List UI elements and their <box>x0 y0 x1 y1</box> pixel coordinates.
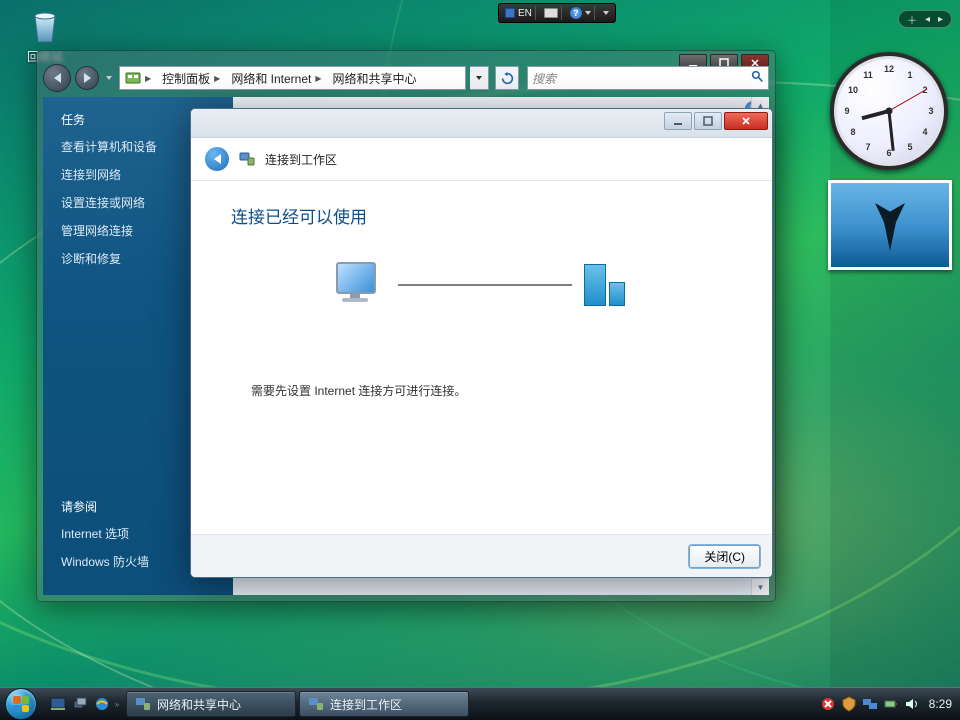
network-center-icon <box>135 696 151 712</box>
nav-back-button[interactable] <box>43 64 71 92</box>
taskbar-task-connect-workplace[interactable]: 连接到工作区 <box>299 691 469 717</box>
ie-icon[interactable] <box>92 693 112 715</box>
dialog-close-button[interactable] <box>724 112 768 130</box>
dialog-titlebar[interactable] <box>191 109 772 138</box>
network-icon <box>308 696 324 712</box>
help-icon[interactable]: ? <box>567 6 595 20</box>
quick-launch-overflow[interactable]: » <box>114 693 120 715</box>
clock-minute-hand <box>888 111 895 151</box>
gadget-controls[interactable]: ＋◂▸ <box>898 10 952 28</box>
gadget-next-icon[interactable]: ▸ <box>934 14 947 25</box>
breadcrumb-node-2[interactable]: 网络和 Internet▶ <box>226 67 327 89</box>
breadcrumb-node-3[interactable]: 网络和共享中心 <box>328 67 423 89</box>
clock-gadget[interactable]: 12 1 2 3 4 5 6 7 8 9 10 11 <box>830 52 948 170</box>
dialog-connect-workplace: 连接到工作区 连接已经可以使用 需要先设置 Internet 连接方可进行连接。… <box>190 108 773 578</box>
gadget-add-icon[interactable]: ＋ <box>903 12 921 27</box>
refresh-button[interactable] <box>495 66 519 90</box>
dialog-message: 需要先设置 Internet 连接方可进行连接。 <box>251 382 732 399</box>
dialog-title: 连接到工作区 <box>265 151 337 168</box>
refresh-icon <box>501 72 514 85</box>
navigation-bar: ▶ 控制面板▶ 网络和 Internet▶ 网络和共享中心 搜索 <box>43 63 769 93</box>
nav-history-dropdown[interactable] <box>103 76 115 80</box>
tray-network-icon[interactable] <box>862 696 878 712</box>
quick-launch: » <box>42 688 126 720</box>
control-panel-icon <box>125 70 141 86</box>
start-button[interactable] <box>0 688 42 720</box>
taskbar: » 网络和共享中心 连接到工作区 8:29 <box>0 687 960 720</box>
ime-icon[interactable] <box>541 6 562 20</box>
clock-second-hand <box>889 89 928 112</box>
show-desktop-icon[interactable] <box>48 693 68 715</box>
sidebar-gadget-panel: ＋◂▸ 12 1 2 3 4 5 6 7 8 9 10 11 <box>830 0 960 688</box>
gadget-prev-icon[interactable]: ◂ <box>921 14 934 25</box>
address-bar[interactable]: ▶ 控制面板▶ 网络和 Internet▶ 网络和共享中心 <box>119 66 466 90</box>
search-placeholder: 搜索 <box>532 70 556 87</box>
tray-volume-icon[interactable] <box>904 696 920 712</box>
breadcrumb-node-1[interactable]: 控制面板▶ <box>157 67 226 89</box>
taskbar-tasks: 网络和共享中心 连接到工作区 <box>126 688 812 720</box>
address-dropdown[interactable] <box>470 66 489 90</box>
tray-clock[interactable]: 8:29 <box>929 697 952 711</box>
tray-power-icon[interactable] <box>883 696 899 712</box>
switch-windows-icon[interactable] <box>70 693 90 715</box>
dialog-maximize-button[interactable] <box>694 112 722 130</box>
tray-security-icon[interactable] <box>841 696 857 712</box>
recycle-bin-icon <box>25 6 65 46</box>
search-input[interactable]: 搜索 <box>527 66 769 90</box>
dialog-back-button[interactable] <box>205 147 229 171</box>
slideshow-gadget[interactable] <box>828 180 952 270</box>
language-bar[interactable]: EN ? <box>498 3 616 23</box>
system-tray: 8:29 <box>812 688 960 720</box>
taskbar-task-network-center[interactable]: 网络和共享中心 <box>126 691 296 717</box>
start-orb-icon <box>5 688 37 720</box>
scroll-down-button[interactable]: ▼ <box>752 578 769 595</box>
network-icon <box>239 151 255 167</box>
tray-blocked-icon[interactable] <box>820 696 836 712</box>
computer-icon <box>330 262 386 308</box>
close-button[interactable]: 关闭(C) <box>689 545 760 568</box>
dialog-heading: 连接已经可以使用 <box>231 203 732 228</box>
connection-diagram <box>231 262 732 308</box>
server-icon <box>584 264 634 306</box>
search-icon[interactable] <box>751 70 764 86</box>
connection-line-icon <box>398 284 572 286</box>
langbar-options-icon[interactable] <box>600 6 612 20</box>
breadcrumb-root[interactable]: ▶ <box>120 67 157 89</box>
task-label: 连接到工作区 <box>330 696 402 713</box>
task-label: 网络和共享中心 <box>157 696 241 713</box>
nav-forward-button[interactable] <box>75 66 99 90</box>
dialog-minimize-button[interactable] <box>664 112 692 130</box>
language-indicator[interactable]: EN <box>518 8 532 19</box>
